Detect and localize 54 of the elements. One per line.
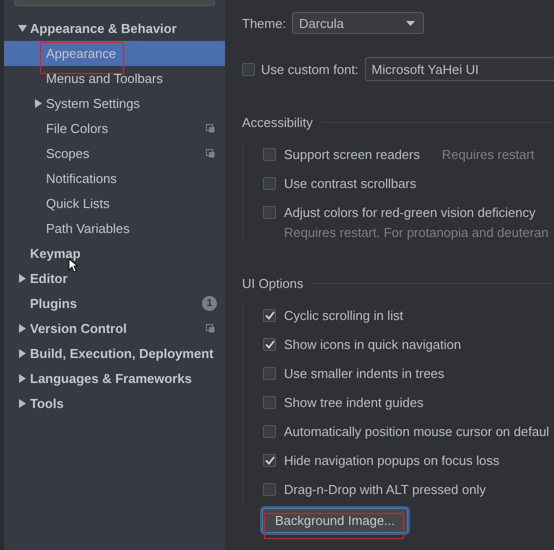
theme-label: Theme: bbox=[242, 16, 286, 30]
hint-text: Requires restart bbox=[442, 147, 534, 162]
checkbox[interactable] bbox=[263, 177, 276, 190]
tree-item[interactable]: File Colors bbox=[4, 116, 225, 141]
tree-item[interactable]: Plugins 1 bbox=[4, 291, 225, 316]
count-badge: 1 bbox=[202, 296, 217, 311]
checkbox[interactable] bbox=[263, 483, 276, 496]
option-label: Hide navigation popups on focus loss bbox=[284, 453, 500, 468]
checkbox[interactable] bbox=[263, 425, 276, 438]
option-label: Use smaller indents in trees bbox=[284, 366, 444, 381]
section-title: Accessibility bbox=[242, 114, 313, 130]
tree-item[interactable]: Build, Execution, Deployment bbox=[4, 341, 225, 366]
tree-item[interactable]: System Settings bbox=[4, 91, 225, 116]
collapsed-arrow-icon[interactable] bbox=[18, 349, 26, 358]
font-field[interactable]: Microsoft YaHei UI bbox=[364, 57, 554, 81]
tree-item[interactable]: Scopes bbox=[4, 141, 225, 166]
note-text: Requires restart. For protanopia and deuteran bbox=[284, 227, 550, 242]
checkbox[interactable] bbox=[263, 338, 276, 351]
caret-icon bbox=[406, 20, 416, 26]
tree-item[interactable]: Languages & Frameworks bbox=[4, 366, 225, 391]
option-label: Cyclic scrolling in list bbox=[284, 308, 404, 323]
option-label: Support screen readers bbox=[284, 147, 420, 162]
option-label: Show icons in quick navigation bbox=[284, 337, 462, 352]
collapsed-arrow-icon[interactable] bbox=[18, 324, 26, 333]
checkbox[interactable] bbox=[263, 309, 276, 322]
tree-item[interactable]: Version Control bbox=[4, 316, 225, 341]
checkbox[interactable] bbox=[263, 206, 276, 219]
option-label: Use contrast scrollbars bbox=[284, 176, 416, 191]
option-label: Automatically position mouse cursor on defaul bbox=[284, 424, 550, 439]
checkbox[interactable] bbox=[263, 454, 276, 467]
checkbox[interactable] bbox=[263, 396, 276, 409]
option-label: Show tree indent guides bbox=[284, 395, 424, 410]
section-title: UI Options bbox=[242, 276, 304, 290]
theme-dropdown[interactable]: Darcula bbox=[292, 12, 424, 34]
checkbox[interactable] bbox=[242, 62, 255, 76]
collapsed-arrow-icon[interactable] bbox=[18, 399, 26, 408]
collapsed-arrow-icon[interactable] bbox=[18, 374, 26, 383]
tree-item[interactable]: Editor bbox=[4, 266, 225, 291]
checkbox[interactable] bbox=[263, 367, 276, 380]
custom-font-label: Use custom font: bbox=[261, 62, 359, 76]
background-image-button[interactable]: Background Image... bbox=[262, 508, 408, 533]
tree-item[interactable]: Menus and Toolbars bbox=[4, 66, 225, 91]
collapsed-arrow-icon[interactable] bbox=[34, 99, 42, 108]
tree-item[interactable]: Tools bbox=[4, 391, 225, 416]
tree-item[interactable]: Notifications bbox=[4, 166, 225, 191]
tree-item[interactable]: Path Variables bbox=[4, 216, 225, 241]
expanded-arrow-icon[interactable] bbox=[18, 24, 26, 33]
checkbox[interactable] bbox=[263, 148, 276, 161]
tree-item[interactable]: Appearance & Behavior bbox=[4, 16, 225, 41]
tree-item[interactable]: Quick Lists bbox=[4, 191, 225, 216]
collapsed-arrow-icon[interactable] bbox=[18, 274, 26, 283]
option-label: Drag-n-Drop with ALT pressed only bbox=[284, 482, 486, 497]
tree-item[interactable]: Keymap bbox=[4, 241, 225, 266]
option-label: Adjust colors for red-green vision deficiency bbox=[284, 205, 536, 220]
